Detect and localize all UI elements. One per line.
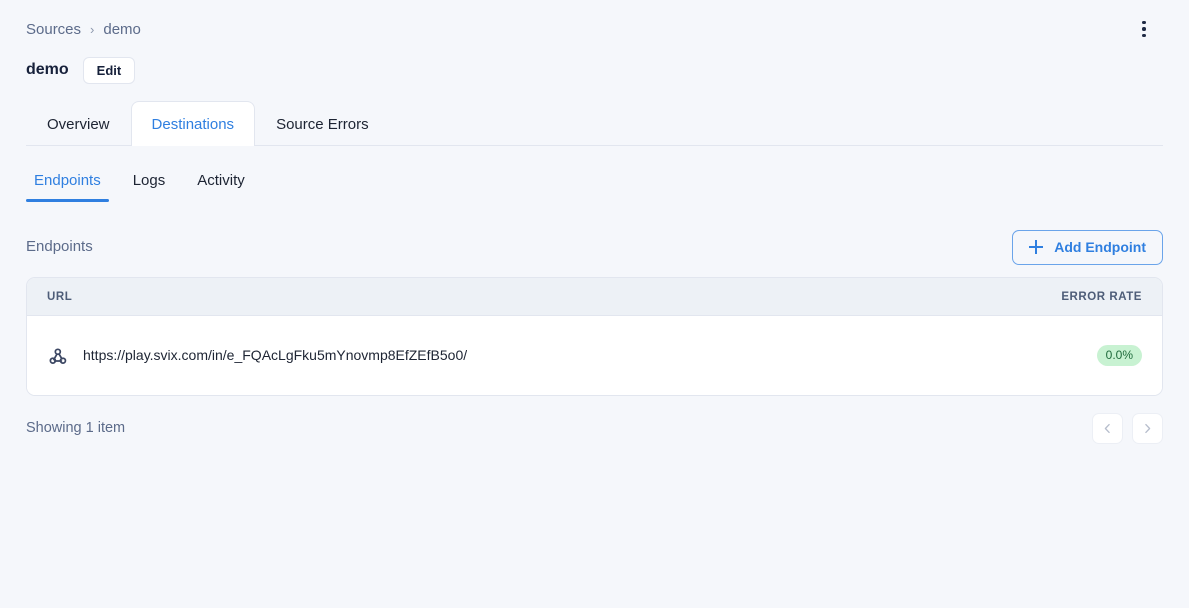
- webhook-icon: [47, 345, 69, 367]
- title-row: demo Edit: [0, 42, 1189, 86]
- kebab-dot: [1142, 21, 1146, 25]
- table-row[interactable]: https://play.svix.com/in/e_FQAcLgFku5mYn…: [27, 316, 1162, 395]
- tab-overview[interactable]: Overview: [26, 102, 131, 146]
- cell-url: https://play.svix.com/in/e_FQAcLgFku5mYn…: [47, 345, 1097, 367]
- section-header: Endpoints Add Endpoint: [0, 227, 1189, 267]
- subtab-logs[interactable]: Logs: [125, 171, 174, 202]
- kebab-dot: [1142, 27, 1146, 31]
- breadcrumb-item-current[interactable]: demo: [103, 20, 141, 40]
- plus-icon: [1029, 240, 1043, 254]
- kebab-menu-icon[interactable]: [1129, 14, 1159, 44]
- endpoints-table: URL ERROR RATE https://play.svix.com/in/…: [26, 277, 1163, 396]
- cell-error-rate: 0.0%: [1097, 345, 1142, 366]
- pagination: [1092, 413, 1163, 444]
- column-header-url: URL: [47, 291, 1061, 303]
- tab-destinations[interactable]: Destinations: [131, 101, 256, 146]
- sub-tab-bar: Endpoints Logs Activity: [0, 162, 1189, 202]
- error-rate-badge: 0.0%: [1097, 345, 1142, 366]
- breadcrumb: Sources › demo: [0, 0, 1189, 42]
- subtab-activity[interactable]: Activity: [189, 171, 253, 202]
- source-detail-page: Sources › demo demo Edit Overview Destin…: [0, 0, 1189, 608]
- section-title: Endpoints: [26, 237, 93, 257]
- showing-count: Showing 1 item: [26, 418, 125, 438]
- pagination-next-button[interactable]: [1132, 413, 1163, 444]
- add-endpoint-label: Add Endpoint: [1054, 239, 1146, 255]
- endpoint-url: https://play.svix.com/in/e_FQAcLgFku5mYn…: [83, 346, 467, 365]
- add-endpoint-button[interactable]: Add Endpoint: [1012, 230, 1163, 265]
- main-tab-bar: Overview Destinations Source Errors: [0, 100, 1189, 146]
- breadcrumb-item-sources[interactable]: Sources: [26, 20, 81, 40]
- column-header-error-rate: ERROR RATE: [1061, 291, 1142, 303]
- page-title: demo: [26, 59, 69, 81]
- subtab-endpoints[interactable]: Endpoints: [26, 171, 109, 202]
- pagination-prev-button[interactable]: [1092, 413, 1123, 444]
- breadcrumb-separator-icon: ›: [90, 20, 94, 40]
- edit-button[interactable]: Edit: [83, 57, 136, 84]
- tab-source-errors[interactable]: Source Errors: [255, 102, 390, 146]
- table-footer: Showing 1 item: [0, 407, 1189, 449]
- kebab-dot: [1142, 34, 1146, 38]
- table-header-row: URL ERROR RATE: [27, 278, 1162, 316]
